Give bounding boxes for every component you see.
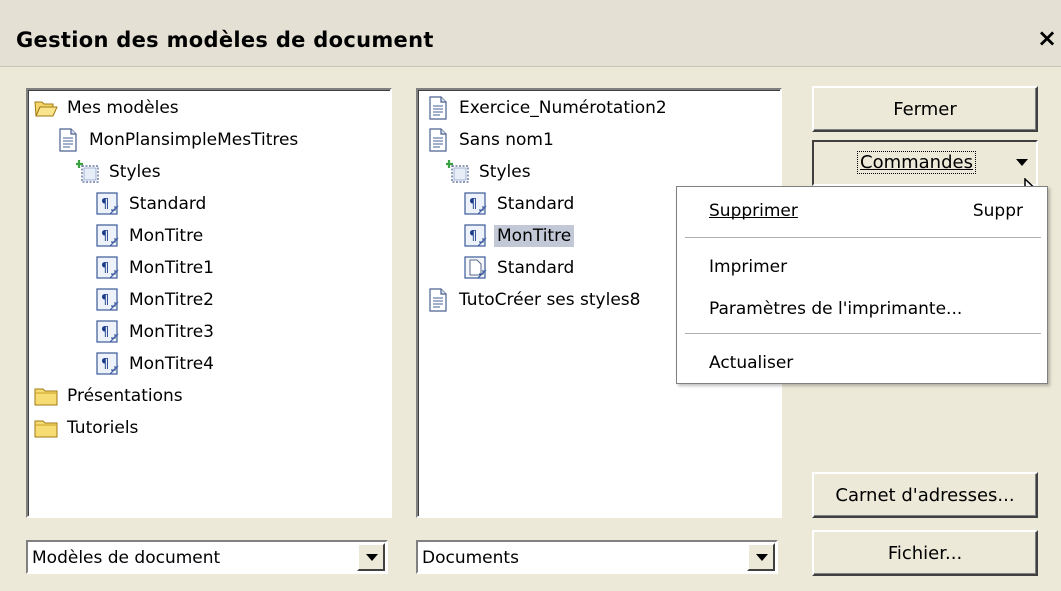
commands-button[interactable]: Commandes	[812, 140, 1038, 186]
tree-item-document[interactable]: Sans nom1	[426, 125, 557, 155]
document-icon	[59, 128, 77, 152]
close-button[interactable]: Fermer	[812, 86, 1038, 132]
right-category-value: Documents	[422, 548, 519, 568]
tree-item-label: Mes modèles	[67, 98, 179, 118]
folder-open-icon	[34, 101, 58, 117]
window-title: Gestion des modèles de document	[16, 28, 434, 52]
tree-item-mes-modeles[interactable]: Mes modèles	[34, 93, 182, 123]
address-book-button[interactable]: Carnet d'adresses...	[812, 472, 1038, 518]
tree-item-label: Standard	[129, 194, 207, 214]
tree-item-label: Sans nom1	[459, 130, 554, 150]
commands-menu: Supprimer Suppr Imprimer Paramètres de l…	[676, 186, 1048, 384]
tree-item-style[interactable]: ¶ Standard	[96, 189, 209, 219]
paragraph-style-icon: ¶	[96, 224, 119, 247]
tree-item-styles[interactable]: Styles	[446, 157, 534, 187]
menu-item-parametres-imprimante[interactable]: Paramètres de l'imprimante...	[709, 299, 962, 319]
paragraph-style-icon: ¶	[96, 256, 119, 279]
tree-item-styles[interactable]: Styles	[76, 157, 164, 187]
styles-icon	[446, 160, 469, 183]
menu-item-label: Actualiser	[709, 353, 794, 373]
menu-item-label: Imprimer	[709, 257, 788, 277]
tree-item-label: Standard	[497, 194, 575, 214]
page-style-icon	[464, 256, 487, 279]
menu-item-label: Supprimer	[709, 201, 798, 221]
svg-text:¶: ¶	[101, 325, 109, 340]
close-button-label: Fermer	[893, 98, 957, 120]
paragraph-style-icon: ¶	[96, 192, 119, 215]
chevron-down-icon[interactable]	[357, 543, 385, 571]
svg-text:¶: ¶	[101, 229, 109, 244]
document-icon	[429, 128, 447, 152]
document-icon	[429, 96, 447, 120]
tree-item-label: MonTitre1	[129, 258, 214, 278]
left-tree-panel[interactable]: Mes modèles MonPlansimpleMesTitres Style…	[26, 88, 392, 518]
tree-item-style[interactable]: ¶ MonTitre2	[96, 285, 217, 315]
menu-item-supprimer[interactable]: Supprimer	[709, 201, 798, 221]
tree-item-style[interactable]: ¶ MonTitre3	[96, 317, 217, 347]
menu-item-actualiser[interactable]: Actualiser	[709, 353, 793, 373]
menu-item-imprimer[interactable]: Imprimer	[709, 257, 787, 277]
right-category-select[interactable]: Documents	[416, 540, 778, 574]
tree-item-label: Exercice_Numérotation2	[459, 98, 667, 118]
svg-text:¶: ¶	[101, 261, 109, 276]
chevron-down-icon	[1016, 159, 1028, 166]
paragraph-style-icon: ¶	[96, 352, 119, 375]
tree-item-style[interactable]: ¶ MonTitre	[96, 221, 206, 251]
menu-item-label: Paramètres de l'imprimante...	[709, 299, 963, 319]
tree-item-label: MonTitre	[494, 225, 575, 247]
tree-item-label: MonTitre	[129, 226, 204, 246]
tree-item-document[interactable]: Exercice_Numérotation2	[426, 93, 670, 123]
tree-item-presentations[interactable]: Présentations	[34, 381, 186, 411]
chevron-down-icon[interactable]	[747, 543, 775, 571]
close-icon[interactable]: ×	[1037, 26, 1057, 50]
tree-item-label: Tutoriels	[67, 418, 139, 438]
tree-item-label: Styles	[109, 162, 161, 182]
tree-item-label: MonTitre2	[129, 290, 214, 310]
styles-icon	[76, 160, 99, 183]
svg-text:¶: ¶	[101, 293, 109, 308]
paragraph-style-icon: ¶	[464, 192, 487, 215]
tree-item-tutoriels[interactable]: Tutoriels	[34, 413, 141, 443]
folder-icon	[34, 388, 58, 406]
svg-text:¶: ¶	[101, 197, 109, 212]
tree-item-page-style[interactable]: Standard	[464, 253, 577, 283]
file-button-label: Fichier...	[887, 542, 963, 564]
svg-text:¶: ¶	[469, 229, 477, 244]
svg-text:¶: ¶	[101, 357, 109, 372]
commands-button-label: Commandes	[857, 151, 976, 174]
tree-item-label: Présentations	[67, 386, 183, 406]
left-category-value: Modèles de document	[32, 548, 221, 568]
menu-item-shortcut: Suppr	[972, 201, 1023, 221]
tree-item-label: TutoCréer ses styles8	[459, 290, 641, 310]
tree-item-style[interactable]: ¶ MonTitre1	[96, 253, 217, 283]
svg-text:¶: ¶	[469, 197, 477, 212]
paragraph-style-icon: ¶	[464, 224, 487, 247]
tree-item-style-selected[interactable]: ¶ MonTitre	[464, 221, 575, 251]
tree-item-label: Styles	[479, 162, 531, 182]
tree-item-label: MonTitre4	[129, 354, 214, 374]
menu-separator	[685, 237, 1041, 238]
left-category-select[interactable]: Modèles de document	[26, 540, 388, 574]
address-book-button-label: Carnet d'adresses...	[835, 484, 1015, 506]
tree-item-style[interactable]: ¶ Standard	[464, 189, 577, 219]
tree-item-label: MonPlansimpleMesTitres	[89, 130, 299, 150]
folder-icon	[34, 420, 58, 438]
menu-separator	[685, 333, 1041, 334]
tree-item-document[interactable]: MonPlansimpleMesTitres	[56, 125, 301, 155]
tree-item-label: Standard	[497, 258, 575, 278]
tree-item-document[interactable]: TutoCréer ses styles8	[426, 285, 643, 315]
tree-item-style[interactable]: ¶ MonTitre4	[96, 349, 217, 379]
file-button[interactable]: Fichier...	[812, 530, 1038, 576]
document-icon	[429, 288, 447, 312]
title-bar: Gestion des modèles de document ×	[0, 0, 1061, 67]
paragraph-style-icon: ¶	[96, 288, 119, 311]
paragraph-style-icon: ¶	[96, 320, 119, 343]
tree-item-label: MonTitre3	[129, 322, 214, 342]
